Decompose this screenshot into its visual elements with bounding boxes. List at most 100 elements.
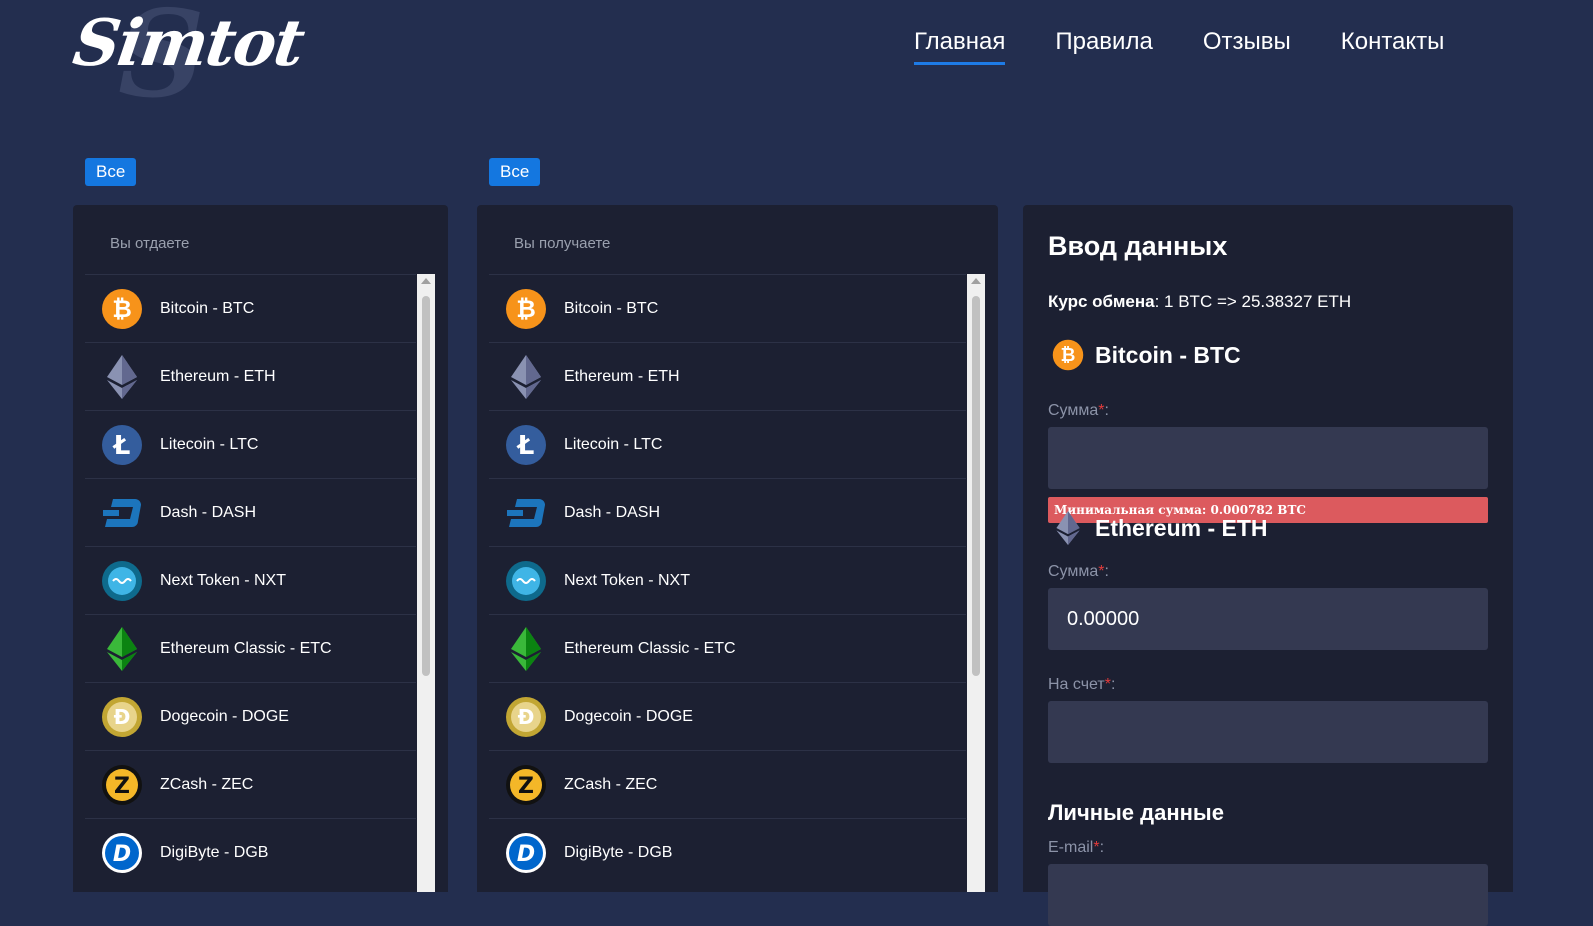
give-filter-all-button[interactable]: Все bbox=[85, 158, 137, 186]
get-panel-title: Вы получаете bbox=[514, 235, 611, 252]
nxt-icon bbox=[505, 560, 547, 602]
account-input[interactable] bbox=[1048, 701, 1488, 763]
svg-text:D: D bbox=[113, 842, 131, 867]
currency-name: Ethereum Classic - ETC bbox=[160, 639, 332, 657]
currency-list-item[interactable]: ₿ Bitcoin - BTC bbox=[85, 274, 416, 342]
currency-name: Next Token - NXT bbox=[160, 571, 286, 589]
get-amount-input[interactable]: 0.00000 bbox=[1048, 588, 1488, 650]
currency-name: Bitcoin - BTC bbox=[564, 299, 659, 317]
currency-name: ZCash - ZEC bbox=[564, 775, 658, 793]
digibyte-icon: D bbox=[101, 832, 143, 874]
svg-text:₿: ₿ bbox=[112, 295, 132, 323]
nav-link-rules[interactable]: Правила bbox=[1055, 28, 1152, 65]
personal-data-heading: Личные данные bbox=[1048, 800, 1224, 825]
currency-list-item[interactable]: Next Token - NXT bbox=[489, 546, 966, 614]
zcash-icon: Z bbox=[101, 764, 143, 806]
currency-name: Next Token - NXT bbox=[564, 571, 690, 589]
bitcoin-icon: ₿ bbox=[505, 288, 547, 330]
give-list-scrollbar[interactable] bbox=[417, 274, 435, 892]
ethereum-classic-icon bbox=[505, 626, 547, 671]
email-label-text: E-mail bbox=[1048, 839, 1094, 856]
currency-list-item[interactable]: Ethereum Classic - ETC bbox=[85, 614, 416, 682]
currency-list-item[interactable]: Ł Litecoin - LTC bbox=[489, 410, 966, 478]
currency-list-item[interactable]: Ethereum - ETH bbox=[489, 342, 966, 410]
svg-text:Ł: Ł bbox=[516, 431, 535, 461]
nav-link-reviews[interactable]: Отзывы bbox=[1203, 28, 1291, 65]
digibyte-icon: D bbox=[505, 832, 547, 874]
currency-list-item[interactable]: Ł Litecoin - LTC bbox=[85, 410, 416, 478]
currency-list-item[interactable]: Z ZCash - ZEC bbox=[489, 750, 966, 818]
bitcoin-icon: ₿ bbox=[101, 288, 143, 330]
currency-list-item[interactable]: Z ZCash - ZEC bbox=[85, 750, 416, 818]
dash-icon bbox=[101, 492, 143, 534]
currency-list-item[interactable]: Ð Dogecoin - DOGE bbox=[489, 682, 966, 750]
currency-name: ZCash - ZEC bbox=[160, 775, 254, 793]
exchange-rate-value: : 1 BTC => 25.38327 ETH bbox=[1154, 292, 1352, 311]
svg-text:Ł: Ł bbox=[112, 431, 131, 461]
currency-list-item[interactable]: Ethereum - ETH bbox=[85, 342, 416, 410]
ethereum-icon bbox=[505, 354, 547, 399]
scroll-thumb[interactable] bbox=[422, 296, 430, 676]
get-filter-all-button[interactable]: Все bbox=[489, 158, 541, 186]
ethereum-classic-icon bbox=[101, 626, 143, 671]
svg-text:Ð: Ð bbox=[518, 705, 535, 729]
currency-list-item[interactable]: Dash - DASH bbox=[85, 478, 416, 546]
email-label: E-mail*: bbox=[1048, 839, 1104, 857]
give-currency-name: Bitcoin - BTC bbox=[1095, 341, 1241, 368]
svg-text:₿: ₿ bbox=[516, 295, 536, 323]
svg-text:D: D bbox=[517, 842, 535, 867]
scroll-up-arrow-icon[interactable] bbox=[421, 278, 431, 284]
nxt-icon bbox=[101, 560, 143, 602]
dash-icon bbox=[505, 492, 547, 534]
currency-list-item[interactable]: D DigiByte - DGB bbox=[85, 818, 416, 886]
ethereum-icon bbox=[101, 354, 143, 399]
label-colon: : bbox=[1104, 563, 1109, 580]
give-currency-list: ₿ Bitcoin - BTC Ethereum - ETH Ł Litecoin - … bbox=[85, 274, 416, 892]
label-colon: : bbox=[1099, 839, 1105, 856]
svg-text:Ð: Ð bbox=[114, 705, 131, 729]
email-input[interactable] bbox=[1048, 864, 1488, 926]
give-amount-input[interactable] bbox=[1048, 427, 1488, 489]
get-currency-name: Ethereum - ETH bbox=[1095, 514, 1268, 541]
currency-name: Ethereum - ETH bbox=[564, 367, 680, 385]
currency-list-item[interactable]: Dash - DASH bbox=[489, 478, 966, 546]
svg-text:Z: Z bbox=[518, 774, 534, 799]
currency-list-item[interactable]: Ethereum Classic - ETC bbox=[489, 614, 966, 682]
give-currency-heading: ₿ Bitcoin - BTC bbox=[1051, 338, 1241, 372]
svg-text:₿: ₿ bbox=[1061, 345, 1076, 366]
get-amount-label: Сумма*: bbox=[1048, 563, 1109, 581]
currency-list-item[interactable]: ₿ Bitcoin - BTC bbox=[489, 274, 966, 342]
currency-list-item[interactable]: Ð Dogecoin - DOGE bbox=[85, 682, 416, 750]
nav-link-home[interactable]: Главная bbox=[914, 28, 1006, 65]
currency-name: Dogecoin - DOGE bbox=[160, 707, 289, 725]
get-amount-label-text: Сумма bbox=[1048, 563, 1099, 580]
site-logo[interactable]: S Simtot bbox=[69, 0, 314, 125]
currency-name: Bitcoin - BTC bbox=[160, 299, 255, 317]
zcash-icon: Z bbox=[505, 764, 547, 806]
get-currency-heading: Ethereum - ETH bbox=[1051, 511, 1268, 545]
currency-name: Dash - DASH bbox=[564, 503, 661, 521]
svg-text:Z: Z bbox=[114, 774, 130, 799]
exchange-rate-label: Курс обмена bbox=[1048, 292, 1155, 311]
currency-name: DigiByte - DGB bbox=[564, 843, 673, 861]
scroll-thumb[interactable] bbox=[972, 296, 980, 676]
currency-name: Dash - DASH bbox=[160, 503, 257, 521]
account-label-text: На счет bbox=[1048, 676, 1105, 693]
exchange-rate: Курс обмена: 1 BTC => 25.38327 ETH bbox=[1048, 292, 1351, 312]
give-panel-title: Вы отдаете bbox=[110, 235, 190, 252]
currency-name: Dogecoin - DOGE bbox=[564, 707, 693, 725]
scroll-up-arrow-icon[interactable] bbox=[971, 278, 981, 284]
bitcoin-icon: ₿ bbox=[1051, 338, 1085, 372]
dogecoin-icon: Ð bbox=[101, 696, 143, 738]
get-list-scrollbar[interactable] bbox=[967, 274, 985, 892]
nav-link-contacts[interactable]: Контакты bbox=[1341, 28, 1445, 65]
give-panel: Вы отдаете ₿ Bitcoin - BTC Ethereum - ETH Ł… bbox=[73, 205, 448, 892]
dogecoin-icon: Ð bbox=[505, 696, 547, 738]
currency-list-item[interactable]: D DigiByte - DGB bbox=[489, 818, 966, 886]
label-colon: : bbox=[1104, 402, 1109, 419]
currency-name: Ethereum Classic - ETC bbox=[564, 639, 736, 657]
currency-list-item[interactable]: Next Token - NXT bbox=[85, 546, 416, 614]
currency-name: Ethereum - ETH bbox=[160, 367, 276, 385]
account-label: На счет*: bbox=[1048, 676, 1115, 694]
currency-name: Litecoin - LTC bbox=[564, 435, 663, 453]
